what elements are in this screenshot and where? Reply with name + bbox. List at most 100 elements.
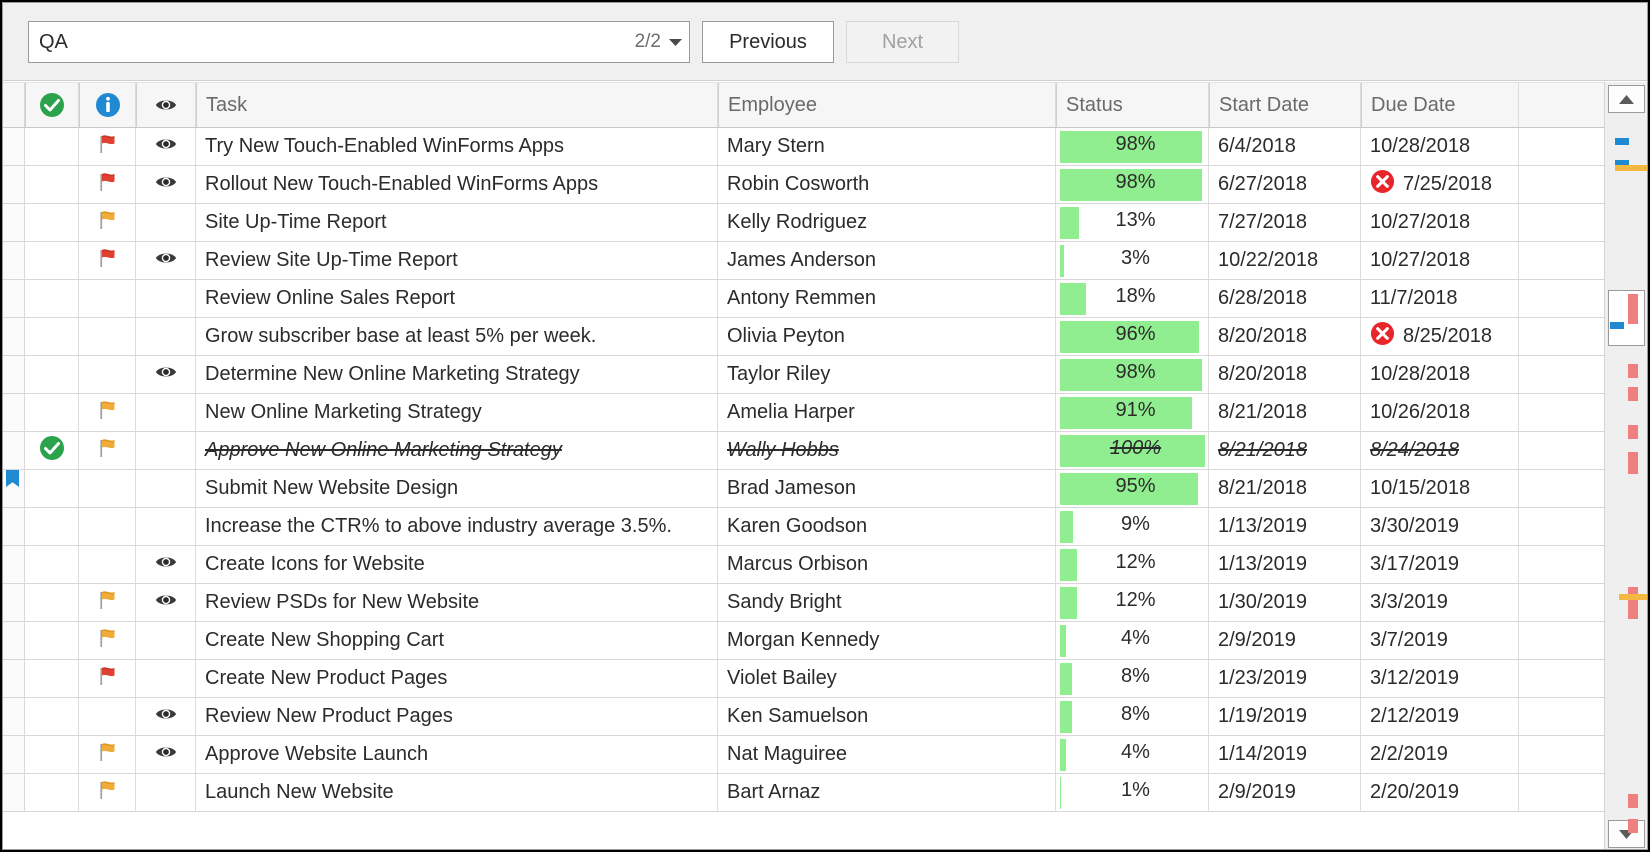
employee-cell[interactable]: Marcus Orbison <box>718 546 1056 583</box>
due-date-cell[interactable]: 3/7/2019 <box>1361 622 1519 659</box>
table-row[interactable]: Create Icons for WebsiteMarcus Orbison12… <box>3 546 1606 584</box>
task-cell[interactable]: Review New Product Pages <box>196 698 718 735</box>
table-row[interactable]: Review PSDs for New WebsiteSandy Bright1… <box>3 584 1606 622</box>
row-watch-cell[interactable] <box>136 546 196 583</box>
employee-cell[interactable]: Sandy Bright <box>718 584 1056 621</box>
due-date-cell[interactable]: 2/12/2019 <box>1361 698 1519 735</box>
row-complete-cell[interactable] <box>25 166 79 203</box>
employee-cell[interactable]: Amelia Harper <box>718 394 1056 431</box>
row-watch-cell[interactable] <box>136 128 196 165</box>
table-row[interactable]: Launch New WebsiteBart Arnaz1%2/9/20192/… <box>3 774 1606 812</box>
employee-cell[interactable]: Kelly Rodriguez <box>718 204 1056 241</box>
status-cell[interactable]: 8% <box>1056 698 1209 735</box>
task-cell[interactable]: Create New Product Pages <box>196 660 718 697</box>
row-indicator[interactable] <box>3 584 25 621</box>
employee-cell[interactable]: Bart Arnaz <box>718 774 1056 811</box>
row-indicator[interactable] <box>3 660 25 697</box>
row-priority-cell[interactable] <box>79 660 136 697</box>
status-cell[interactable]: 3% <box>1056 242 1209 279</box>
row-complete-cell[interactable] <box>25 622 79 659</box>
row-priority-cell[interactable] <box>79 204 136 241</box>
row-complete-cell[interactable] <box>25 584 79 621</box>
chevron-down-icon[interactable] <box>667 22 689 62</box>
task-cell[interactable]: Review Site Up-Time Report <box>196 242 718 279</box>
start-date-cell[interactable]: 8/20/2018 <box>1209 318 1361 355</box>
row-indicator[interactable] <box>3 698 25 735</box>
start-date-cell[interactable]: 2/9/2019 <box>1209 622 1361 659</box>
row-indicator[interactable] <box>3 204 25 241</box>
due-date-cell[interactable]: 3/17/2019 <box>1361 546 1519 583</box>
status-cell[interactable]: 18% <box>1056 280 1209 317</box>
employee-cell[interactable]: Antony Remmen <box>718 280 1056 317</box>
table-row[interactable]: Submit New Website DesignBrad Jameson95%… <box>3 470 1606 508</box>
status-cell[interactable]: 9% <box>1056 508 1209 545</box>
row-complete-cell[interactable] <box>25 242 79 279</box>
start-date-cell[interactable]: 6/28/2018 <box>1209 280 1361 317</box>
row-watch-cell[interactable] <box>136 698 196 735</box>
header-employee[interactable]: Employee <box>718 83 1056 127</box>
start-date-cell[interactable]: 8/21/2018 <box>1209 394 1361 431</box>
row-priority-cell[interactable] <box>79 508 136 545</box>
row-priority-cell[interactable] <box>79 356 136 393</box>
due-date-cell[interactable]: 10/28/2018 <box>1361 356 1519 393</box>
search-input[interactable] <box>29 22 635 62</box>
start-date-cell[interactable]: 2/9/2019 <box>1209 774 1361 811</box>
row-priority-cell[interactable] <box>79 242 136 279</box>
row-watch-cell[interactable] <box>136 204 196 241</box>
start-date-cell[interactable]: 7/27/2018 <box>1209 204 1361 241</box>
due-date-cell[interactable]: 8/25/2018 <box>1361 318 1519 355</box>
row-complete-cell[interactable] <box>25 432 79 469</box>
table-row[interactable]: Grow subscriber base at least 5% per wee… <box>3 318 1606 356</box>
status-cell[interactable]: 4% <box>1056 736 1209 773</box>
due-date-cell[interactable]: 3/30/2019 <box>1361 508 1519 545</box>
row-indicator[interactable] <box>3 166 25 203</box>
row-watch-cell[interactable] <box>136 774 196 811</box>
status-cell[interactable]: 98% <box>1056 356 1209 393</box>
scroll-thumb[interactable] <box>1608 290 1645 346</box>
row-priority-cell[interactable] <box>79 432 136 469</box>
start-date-cell[interactable]: 1/13/2019 <box>1209 546 1361 583</box>
due-date-cell[interactable]: 10/26/2018 <box>1361 394 1519 431</box>
table-row[interactable]: Rollout New Touch-Enabled WinForms AppsR… <box>3 166 1606 204</box>
start-date-cell[interactable]: 8/21/2018 <box>1209 432 1361 469</box>
row-priority-cell[interactable] <box>79 698 136 735</box>
row-complete-cell[interactable] <box>25 508 79 545</box>
header-task[interactable]: Task <box>196 83 718 127</box>
header-due-date[interactable]: Due Date <box>1361 83 1519 127</box>
due-date-cell[interactable]: 10/27/2018 <box>1361 204 1519 241</box>
status-cell[interactable]: 98% <box>1056 128 1209 165</box>
due-date-cell[interactable]: 10/15/2018 <box>1361 470 1519 507</box>
row-indicator[interactable] <box>3 242 25 279</box>
task-cell[interactable]: Create New Shopping Cart <box>196 622 718 659</box>
row-watch-cell[interactable] <box>136 470 196 507</box>
row-watch-cell[interactable] <box>136 432 196 469</box>
table-row[interactable]: Increase the CTR% to above industry aver… <box>3 508 1606 546</box>
row-priority-cell[interactable] <box>79 394 136 431</box>
status-cell[interactable]: 91% <box>1056 394 1209 431</box>
due-date-cell[interactable]: 10/28/2018 <box>1361 128 1519 165</box>
row-watch-cell[interactable] <box>136 356 196 393</box>
row-complete-cell[interactable] <box>25 774 79 811</box>
row-watch-cell[interactable] <box>136 736 196 773</box>
row-watch-cell[interactable] <box>136 242 196 279</box>
row-complete-cell[interactable] <box>25 736 79 773</box>
previous-button[interactable]: Previous <box>702 21 834 63</box>
row-indicator[interactable] <box>3 736 25 773</box>
row-priority-cell[interactable] <box>79 736 136 773</box>
task-cell[interactable]: Increase the CTR% to above industry aver… <box>196 508 718 545</box>
task-cell[interactable]: Create Icons for Website <box>196 546 718 583</box>
table-row[interactable]: New Online Marketing StrategyAmelia Harp… <box>3 394 1606 432</box>
status-cell[interactable]: 100% <box>1056 432 1209 469</box>
scroll-down-button[interactable] <box>1608 820 1645 848</box>
row-indicator[interactable] <box>3 432 25 469</box>
row-priority-cell[interactable] <box>79 166 136 203</box>
scroll-up-button[interactable] <box>1608 85 1645 113</box>
start-date-cell[interactable]: 1/19/2019 <box>1209 698 1361 735</box>
row-priority-cell[interactable] <box>79 470 136 507</box>
row-complete-cell[interactable] <box>25 546 79 583</box>
employee-cell[interactable]: Mary Stern <box>718 128 1056 165</box>
header-start-date[interactable]: Start Date <box>1209 83 1361 127</box>
row-indicator[interactable] <box>3 280 25 317</box>
row-watch-cell[interactable] <box>136 660 196 697</box>
row-watch-cell[interactable] <box>136 508 196 545</box>
